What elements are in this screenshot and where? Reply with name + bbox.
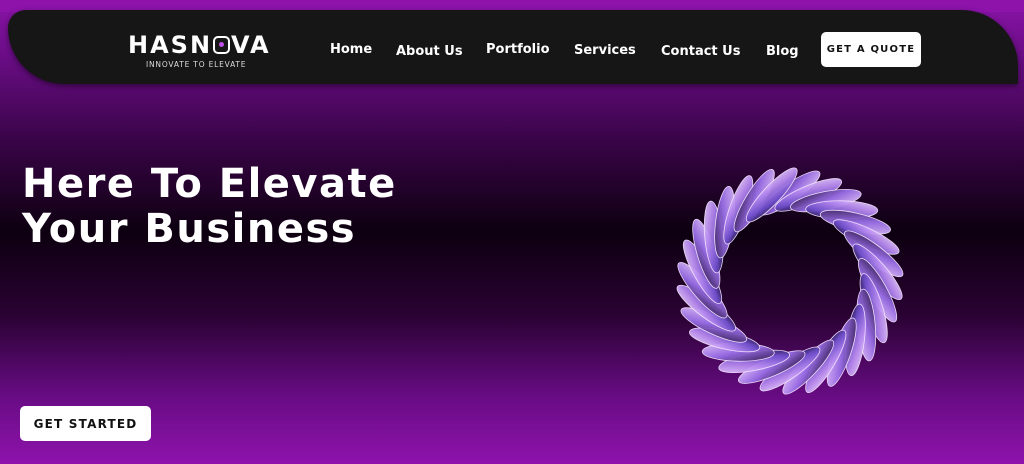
hero-headline-line-2: Your Business	[22, 206, 357, 252]
abstract-spiral-ring-icon	[676, 167, 904, 395]
logo-o-mark-icon	[213, 36, 231, 54]
navbar: HASN VA INNOVATE TO ELEVATE Home About Us…	[8, 10, 1018, 84]
logo-wordmark: HASN VA	[128, 32, 278, 58]
hero-headline: Here To Elevate Your Business	[22, 162, 397, 252]
nav-about-us[interactable]: About Us	[396, 44, 463, 59]
logo-text-end: VA	[231, 31, 271, 59]
nav-services[interactable]: Services	[574, 43, 636, 58]
nav-portfolio[interactable]: Portfolio	[486, 42, 550, 57]
logo-text-start: HASN	[128, 31, 213, 59]
logo[interactable]: HASN VA INNOVATE TO ELEVATE	[128, 32, 278, 69]
nav-contact-us[interactable]: Contact Us	[661, 44, 740, 59]
hero-headline-line-1: Here To Elevate	[22, 161, 397, 207]
get-started-button[interactable]: GET STARTED	[20, 406, 151, 441]
logo-tagline: INNOVATE TO ELEVATE	[146, 60, 247, 69]
get-a-quote-button[interactable]: GET A QUOTE	[821, 32, 921, 67]
nav-blog[interactable]: Blog	[766, 44, 799, 59]
nav-home[interactable]: Home	[330, 42, 372, 57]
